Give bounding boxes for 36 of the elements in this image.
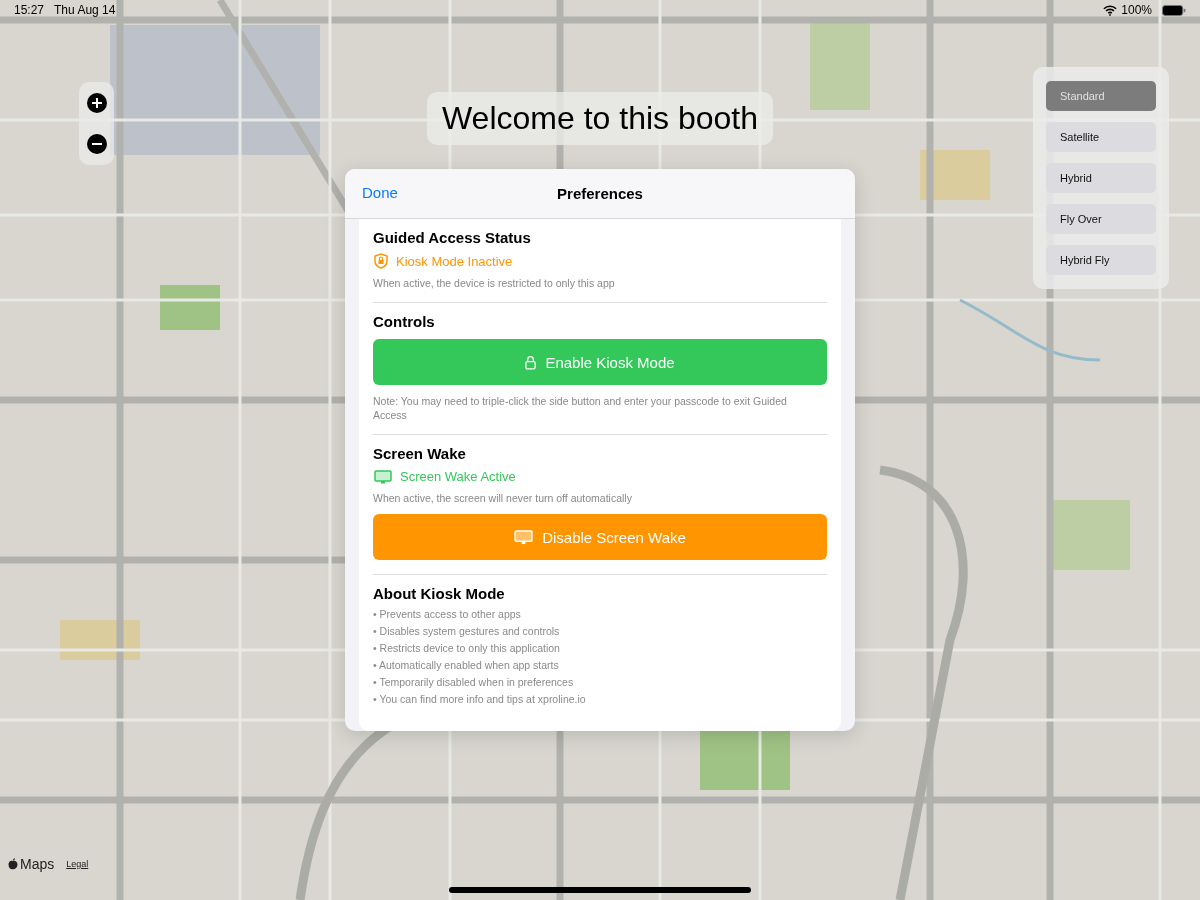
legal-link[interactable]: Legal — [66, 859, 89, 869]
status-label: Screen Wake Active — [400, 469, 516, 484]
section-heading: Guided Access Status — [373, 229, 532, 246]
feature-item: • You can find more info and tips at xproline.io — [373, 694, 587, 704]
logo-icon — [8, 858, 18, 870]
battery-percent: 100% — [1121, 3, 1152, 17]
shield-lock-icon — [374, 253, 388, 269]
monitor-icon — [374, 469, 392, 484]
done-button[interactable]: Done — [362, 184, 398, 201]
status-date: Thu Aug 14 — [54, 3, 116, 17]
sheet-title: Preferences — [557, 185, 643, 202]
welcome-banner: Welcome to this booth — [427, 92, 773, 145]
map-type-option[interactable]: Hybrid — [1046, 163, 1156, 193]
wifi-icon — [1103, 4, 1118, 16]
lock-icon — [525, 354, 537, 370]
map-type-option[interactable]: Hybrid Fly — [1046, 245, 1156, 275]
monitor-icon — [514, 529, 534, 545]
zoom-out-icon[interactable] — [86, 134, 107, 155]
section-heading: Screen Wake — [373, 445, 467, 462]
section-heading: Controls — [373, 313, 436, 330]
maps-label: Maps — [20, 856, 55, 872]
feature-item: • Temporarily disabled when in preferences — [373, 677, 575, 687]
battery-icon — [1162, 4, 1186, 16]
feature-item: • Automatically enabled when app starts — [373, 660, 560, 670]
status-label: Kiosk Mode Inactive — [396, 253, 513, 269]
status-time: 15:27 — [14, 3, 45, 17]
map-type-option[interactable]: Satellite — [1046, 122, 1156, 152]
feature-item: • Disables system gestures and controls — [373, 626, 561, 636]
hint-text: When active, the screen will never turn off automatically — [373, 491, 633, 505]
zoom-in-icon[interactable] — [86, 92, 107, 113]
map-type-option[interactable]: Fly Over — [1046, 204, 1156, 234]
feature-item: • Prevents access to other apps — [373, 609, 522, 619]
feature-item: • Restricts device to only this application — [373, 643, 561, 653]
hint-text: Note: You may need to triple-click the side button and enter your passcode to exit Guided Access — [373, 394, 788, 422]
section-heading: About Kiosk Mode — [373, 585, 506, 602]
hint-text: When active, the device is restricted to only this app — [373, 276, 616, 290]
